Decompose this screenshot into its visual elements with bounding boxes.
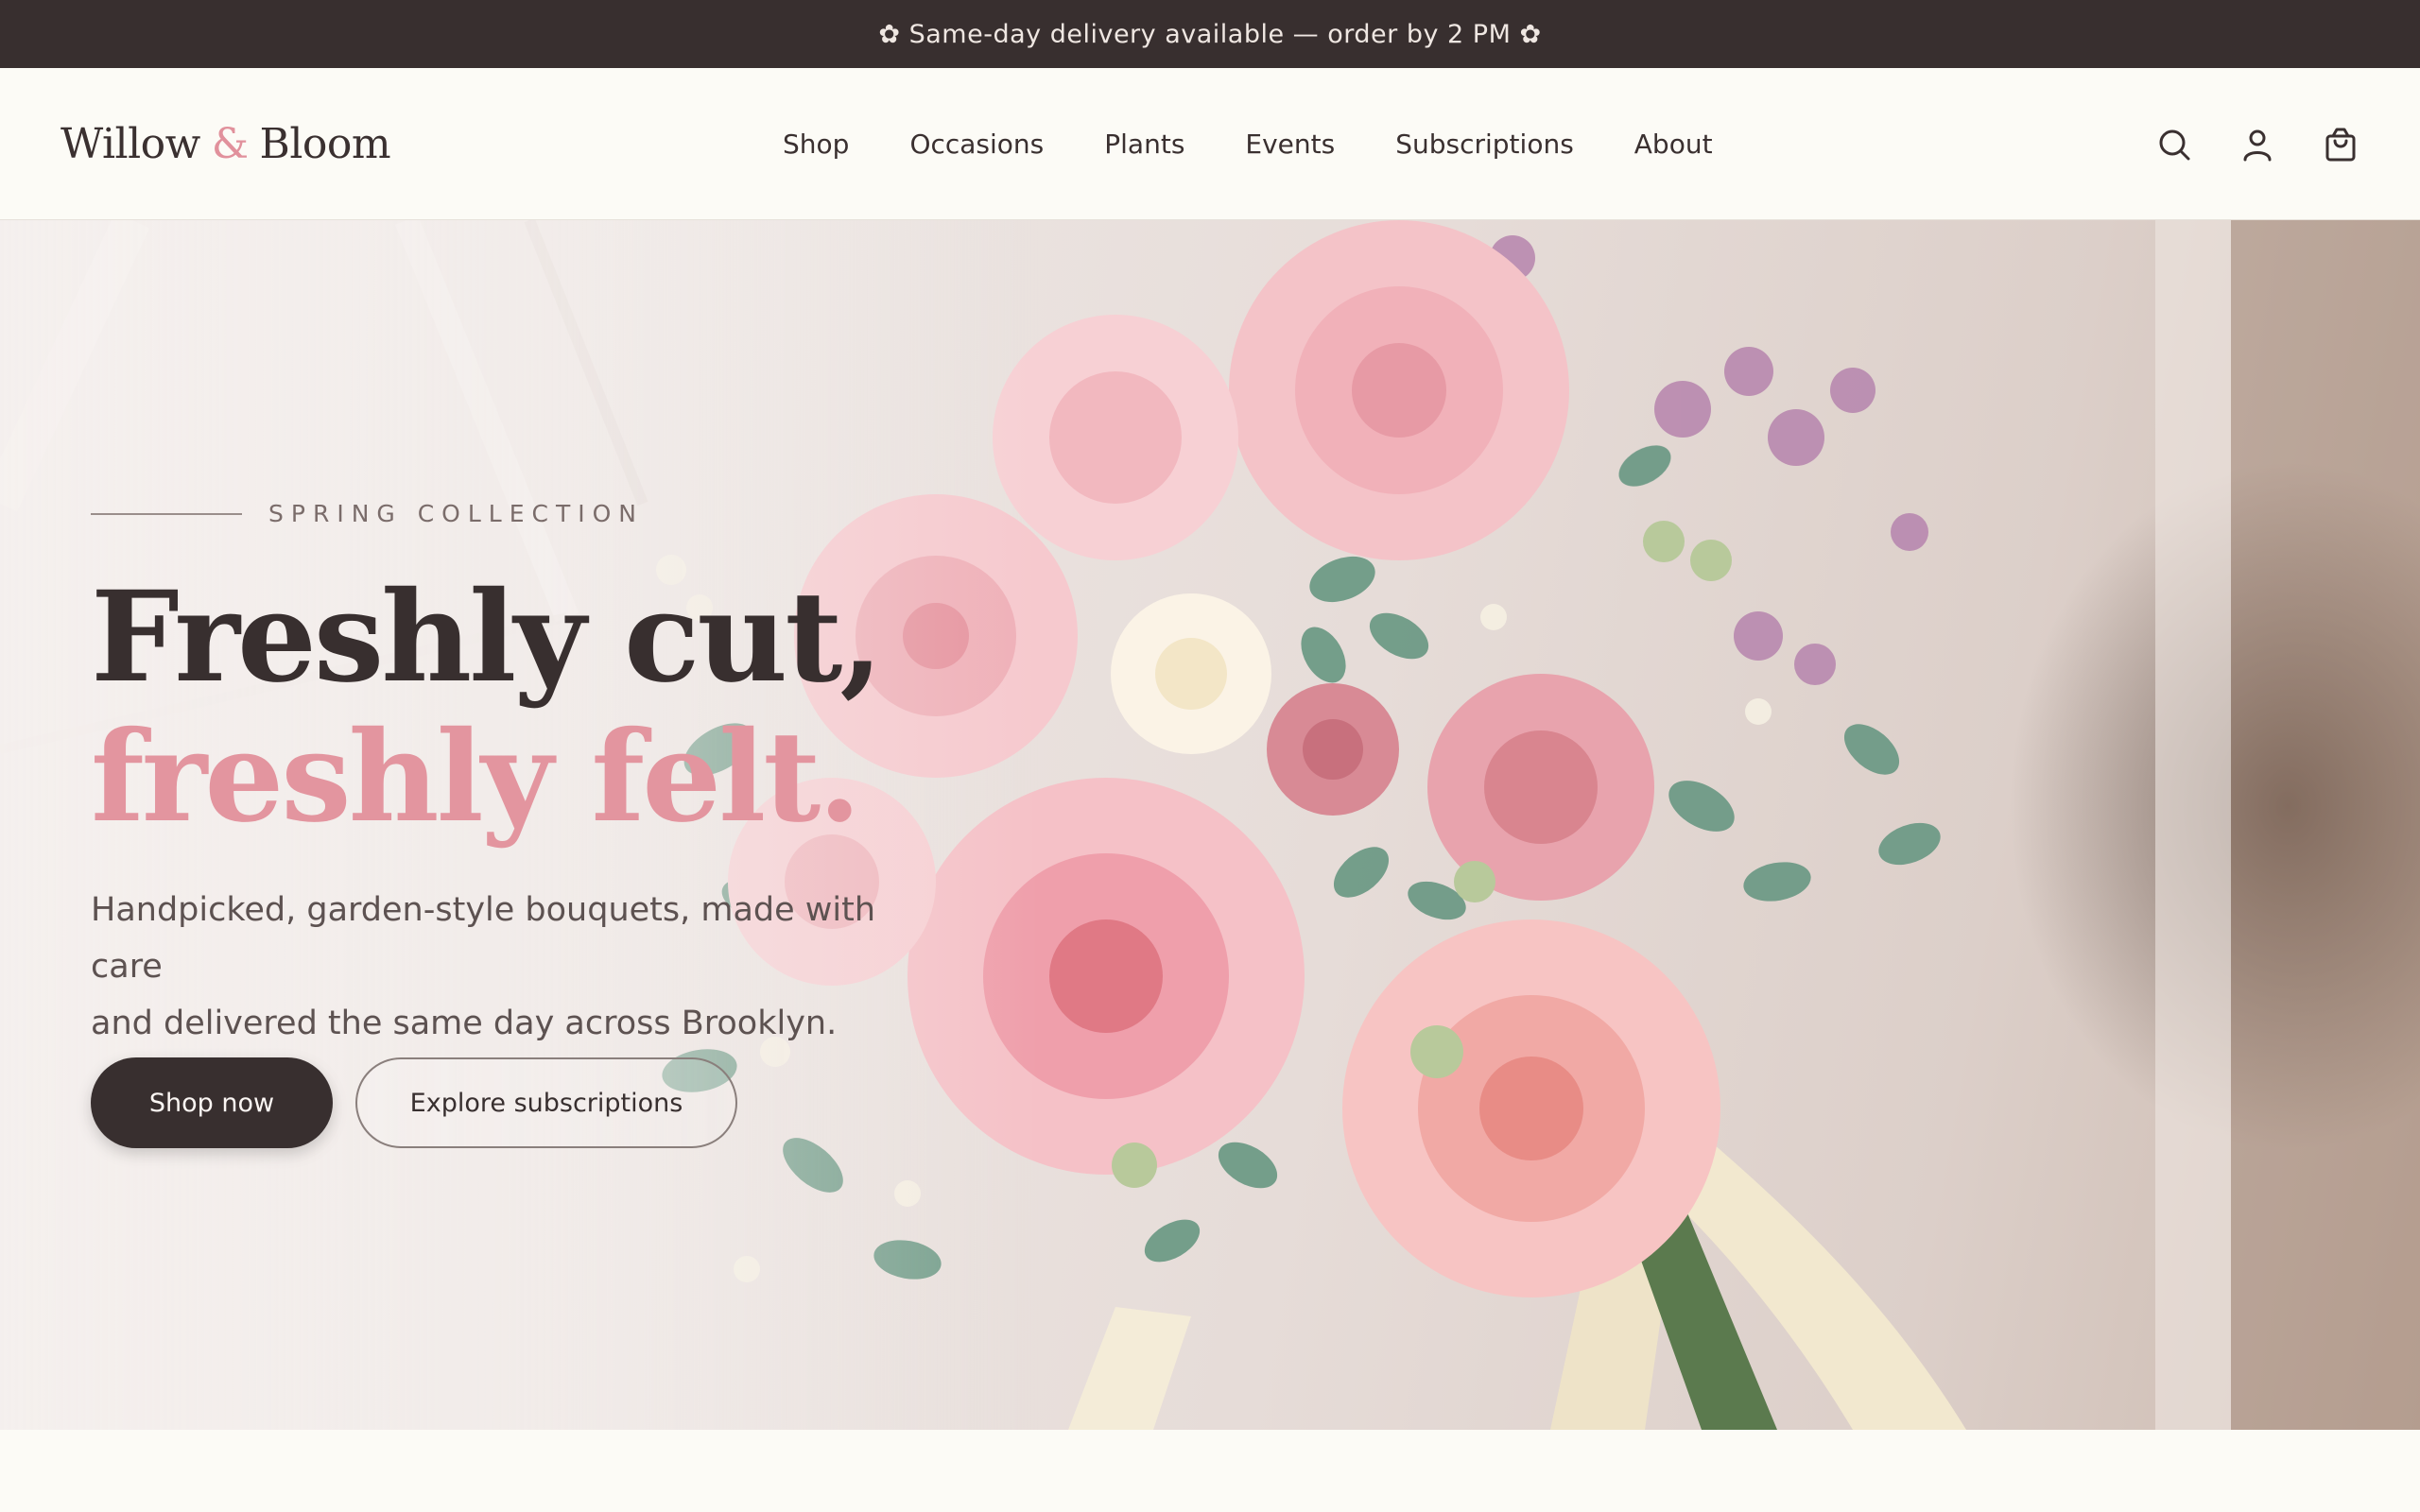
eyebrow-text: SPRING COLLECTION bbox=[268, 500, 644, 527]
hero-section: SPRING COLLECTION Freshly cut, freshly f… bbox=[0, 220, 2420, 1430]
hero-subtitle-line1: Handpicked, garden-style bouquets, made … bbox=[91, 891, 876, 986]
nav-item-shop[interactable]: Shop bbox=[783, 129, 849, 160]
announcement-bar: ✿ Same-day delivery available — order by… bbox=[0, 0, 2420, 68]
shop-now-button[interactable]: Shop now bbox=[91, 1057, 333, 1148]
shopping-bag-icon[interactable] bbox=[2322, 126, 2360, 163]
explore-subscriptions-button[interactable]: Explore subscriptions bbox=[355, 1057, 737, 1148]
page-below-hero bbox=[0, 1430, 2420, 1512]
announcement-text: ✿ Same-day delivery available — order by… bbox=[878, 19, 1542, 49]
brand-logo[interactable]: Willow & Bloom bbox=[60, 68, 391, 220]
nav-item-plants[interactable]: Plants bbox=[1104, 129, 1184, 160]
nav-item-occasions[interactable]: Occasions bbox=[909, 129, 1044, 160]
hero-subtitle: Handpicked, garden-style bouquets, made … bbox=[91, 882, 942, 1052]
site-header: Willow & Bloom Shop Occasions Plants Eve… bbox=[0, 68, 2420, 220]
hero-title: Freshly cut, freshly felt. bbox=[91, 568, 883, 850]
search-icon[interactable] bbox=[2155, 126, 2193, 163]
hero-title-line2: freshly felt. bbox=[91, 704, 861, 850]
brand-ampersand: & bbox=[211, 120, 249, 168]
brand-name-part1: Willow bbox=[60, 120, 200, 168]
brand-name-part2: Bloom bbox=[259, 120, 391, 168]
account-icon[interactable] bbox=[2238, 126, 2276, 163]
main-nav: Shop Occasions Plants Events Subscriptio… bbox=[783, 68, 1713, 220]
hero-eyebrow: SPRING COLLECTION bbox=[91, 500, 644, 527]
nav-item-subscriptions[interactable]: Subscriptions bbox=[1395, 129, 1574, 160]
nav-item-events[interactable]: Events bbox=[1245, 129, 1335, 160]
hero-title-line1: Freshly cut, bbox=[91, 564, 883, 711]
header-actions bbox=[2155, 68, 2360, 220]
hero-subtitle-line2: and delivered the same day across Brookl… bbox=[91, 1005, 838, 1042]
eyebrow-divider bbox=[91, 512, 242, 515]
nav-item-about[interactable]: About bbox=[1634, 129, 1713, 160]
